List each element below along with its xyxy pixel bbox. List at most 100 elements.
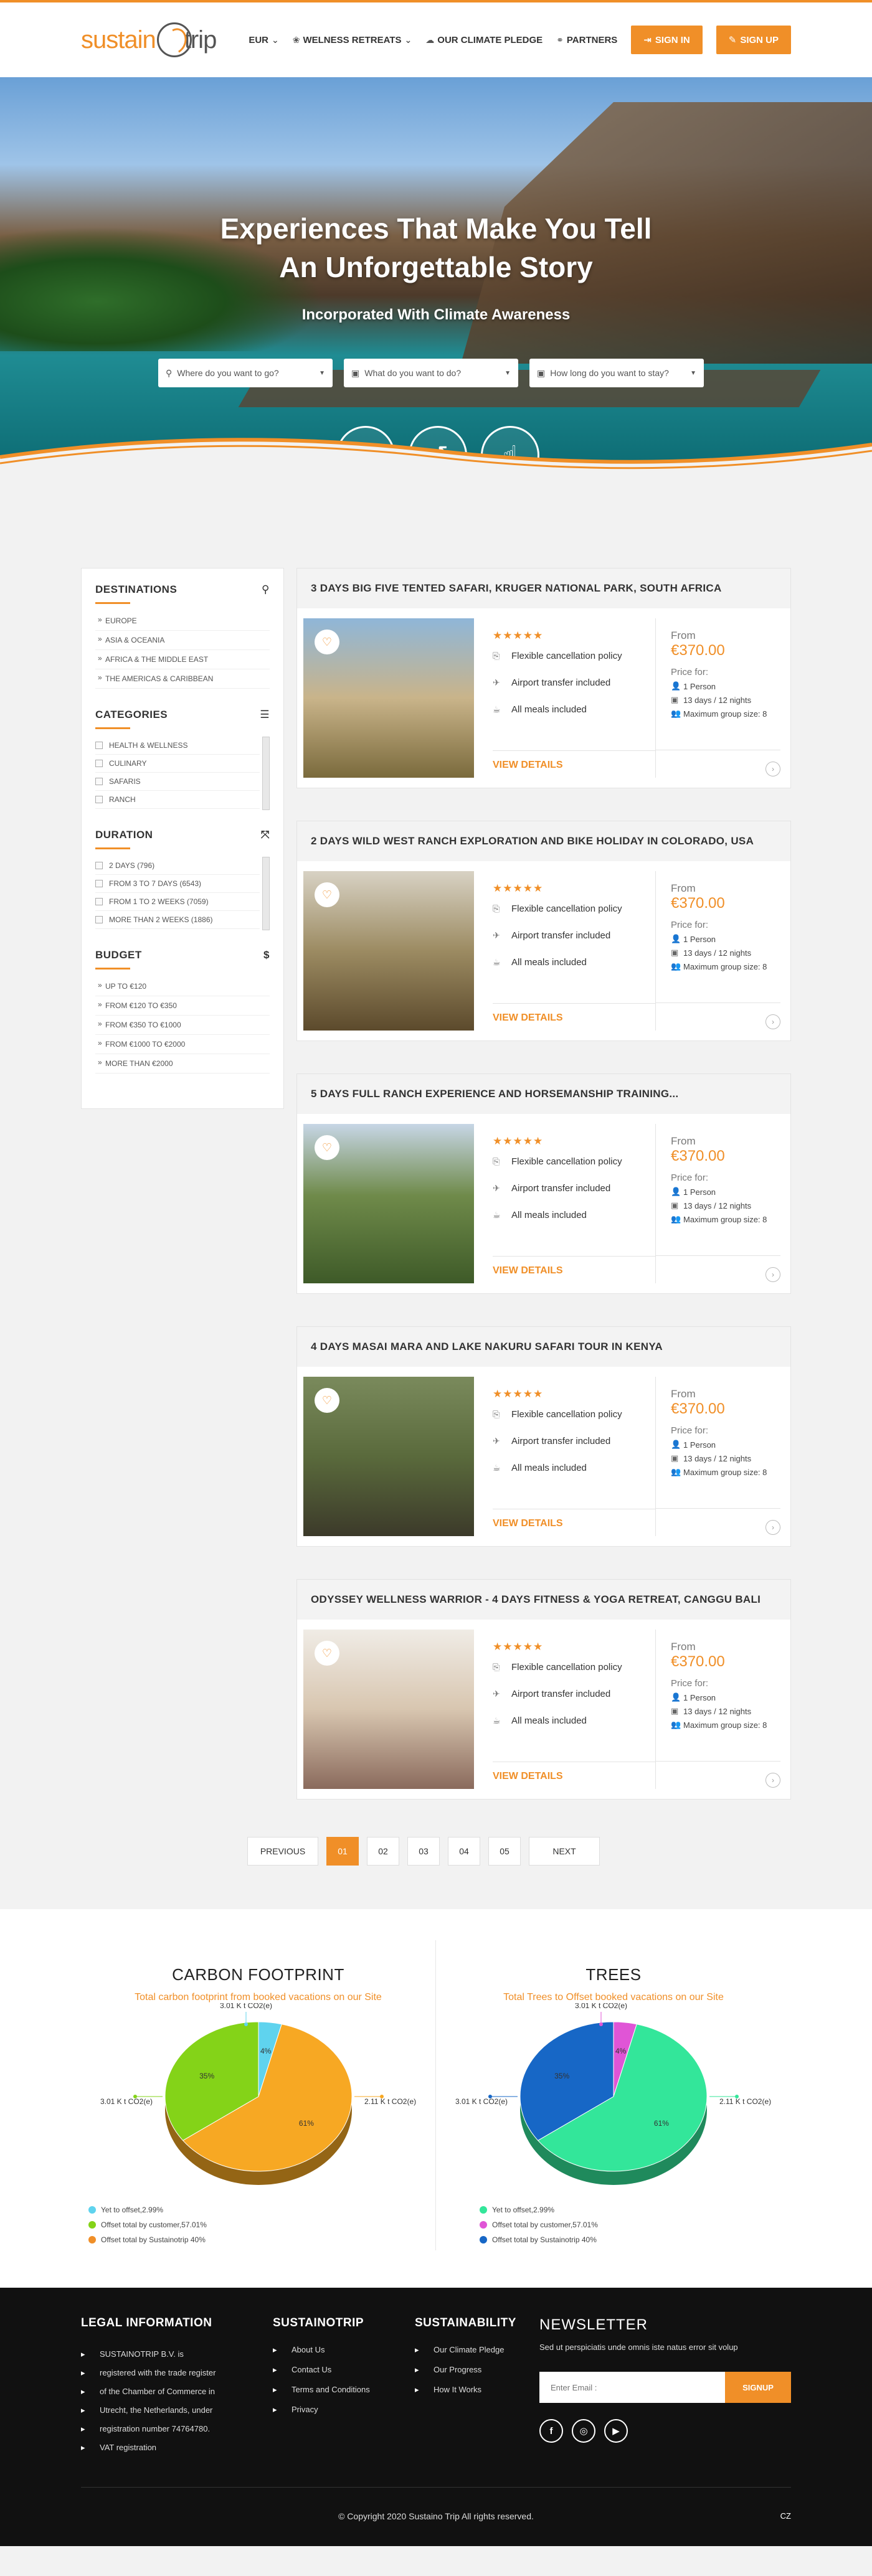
checkbox[interactable]	[95, 778, 103, 785]
listing-image[interactable]: ♡	[303, 618, 474, 778]
duration-scroll-list[interactable]: 2 DAYS (796) FROM 3 TO 7 DAYS (6543) FRO…	[95, 857, 270, 930]
checkbox[interactable]	[95, 796, 103, 803]
pagination-page-2[interactable]: 02	[367, 1837, 399, 1866]
sign-in-button[interactable]: ⇥ SIGN IN	[631, 26, 703, 54]
heart-icon[interactable]: ♡	[315, 630, 339, 654]
nav-currency[interactable]: EUR ⌄	[249, 35, 278, 45]
heart-icon[interactable]: ♡	[315, 882, 339, 907]
duration-item[interactable]: 2 DAYS (796)	[95, 857, 260, 875]
category-item[interactable]: HEALTH & WELLNESS	[95, 737, 260, 755]
pie-percent-label: 61%	[654, 2119, 669, 2128]
category-item[interactable]: RANCH	[95, 791, 260, 809]
logo[interactable]: sustain trip	[81, 22, 217, 57]
listing-title[interactable]: ODYSSEY WELLNESS WARRIOR - 4 DAYS FITNES…	[297, 1580, 790, 1620]
heart-icon[interactable]: ♡	[315, 1135, 339, 1160]
destination-item[interactable]: THE AMERICAS & CARIBBEAN	[95, 669, 270, 689]
legend-item[interactable]: Offset total by customer,57.01%	[88, 2220, 435, 2229]
footer-link-privacy[interactable]: Privacy	[273, 2405, 415, 2414]
view-details-link[interactable]: VIEW DETAILS	[493, 1762, 655, 1789]
pagination-previous[interactable]: PREVIOUS	[247, 1837, 318, 1866]
checkbox[interactable]	[95, 862, 103, 869]
legend-item[interactable]: Yet to offset,2.99%	[480, 2206, 791, 2214]
arrow-right-icon[interactable]: ›	[765, 1773, 780, 1788]
youtube-icon[interactable]: ▶	[604, 2419, 628, 2443]
arrow-right-icon[interactable]: ›	[765, 762, 780, 776]
main-content: DESTINATIONS ⚲ EUROPE ASIA & OCEANIA AFR…	[0, 474, 872, 1866]
calendar-icon: ▣	[671, 1706, 679, 1715]
nav-partners[interactable]: ⚭ PARTNERS	[556, 35, 617, 45]
listing-image[interactable]: ♡	[303, 1124, 474, 1283]
language-switch[interactable]: CZ	[780, 2511, 791, 2521]
view-details-link[interactable]: VIEW DETAILS	[493, 1003, 655, 1031]
pagination-page-3[interactable]: 03	[407, 1837, 440, 1866]
view-details-link[interactable]: VIEW DETAILS	[493, 1509, 655, 1536]
category-item[interactable]: SAFARIS	[95, 773, 260, 791]
newsletter-signup-button[interactable]: SIGNUP	[725, 2372, 791, 2403]
footer-link-contact[interactable]: Contact Us	[273, 2365, 415, 2374]
duration-item[interactable]: MORE THAN 2 WEEKS (1886)	[95, 911, 260, 929]
listing-title[interactable]: 5 DAYS FULL RANCH EXPERIENCE AND HORSEMA…	[297, 1074, 790, 1114]
budget-item[interactable]: FROM €120 TO €350	[95, 996, 270, 1016]
listing-title[interactable]: 4 DAYS MASAI MARA AND LAKE NAKURU SAFARI…	[297, 1327, 790, 1367]
heart-icon[interactable]: ♡	[315, 1388, 339, 1413]
sign-up-button[interactable]: ✎ SIGN UP	[716, 26, 791, 54]
nav-wellness-retreats[interactable]: ❀ WELNESS RETREATS ⌄	[293, 35, 412, 45]
arrow-right-icon[interactable]: ›	[765, 1267, 780, 1282]
footer-link-climate-pledge[interactable]: Our Climate Pledge	[415, 2345, 539, 2354]
pie-callout-label: 2.11 K t CO2(e)	[364, 2097, 416, 2106]
view-details-link[interactable]: VIEW DETAILS	[493, 750, 655, 778]
facebook-icon[interactable]: f	[539, 2419, 563, 2443]
footer-link-how-it-works[interactable]: How It Works	[415, 2385, 539, 2394]
checkbox[interactable]	[95, 760, 103, 767]
listing-image[interactable]: ♡	[303, 871, 474, 1031]
view-details-link[interactable]: VIEW DETAILS	[493, 1256, 655, 1283]
legend-item[interactable]: Offset total by Sustainotrip 40%	[480, 2235, 791, 2244]
pagination-next[interactable]: NEXT	[529, 1837, 600, 1866]
duration-item[interactable]: FROM 3 TO 7 DAYS (6543)	[95, 875, 260, 893]
listing-image[interactable]: ♡	[303, 1377, 474, 1536]
activity-select[interactable]: ▣ What do you want to do? ▼	[344, 359, 518, 387]
listing-card: 3 DAYS BIG FIVE TENTED SAFARI, KRUGER NA…	[296, 568, 791, 788]
price-people: 👤 1 Person	[671, 1440, 780, 1450]
footer-link-progress[interactable]: Our Progress	[415, 2365, 539, 2374]
destination-item[interactable]: ASIA & OCEANIA	[95, 631, 270, 650]
nav-climate-pledge[interactable]: ☁ OUR CLIMATE PLEDGE	[425, 35, 543, 45]
legend-item[interactable]: Offset total by Sustainotrip 40%	[88, 2235, 435, 2244]
feature-label: Airport transfer included	[511, 1689, 611, 1699]
heart-icon[interactable]: ♡	[315, 1641, 339, 1666]
newsletter-email-input[interactable]	[539, 2372, 725, 2403]
pagination-page-4[interactable]: 04	[448, 1837, 480, 1866]
category-item[interactable]: CULINARY	[95, 755, 260, 773]
checkbox[interactable]	[95, 880, 103, 887]
budget-item[interactable]: FROM €1000 TO €2000	[95, 1035, 270, 1054]
legend-item[interactable]: Yet to offset,2.99%	[88, 2206, 435, 2214]
budget-item[interactable]: FROM €350 TO €1000	[95, 1016, 270, 1035]
price-people: 👤 1 Person	[671, 1692, 780, 1702]
destination-select[interactable]: ⚲ Where do you want to go? ▼	[158, 359, 333, 387]
checkbox[interactable]	[95, 898, 103, 905]
checkbox[interactable]	[95, 742, 103, 749]
destination-item[interactable]: EUROPE	[95, 611, 270, 631]
duration-item[interactable]: FROM 1 TO 2 WEEKS (7059)	[95, 893, 260, 911]
budget-item[interactable]: MORE THAN €2000	[95, 1054, 270, 1073]
arrow-right-icon[interactable]: ›	[765, 1014, 780, 1029]
checkbox[interactable]	[95, 916, 103, 923]
hero-title: Experiences That Make You Tell An Unforg…	[0, 209, 872, 286]
listing-title[interactable]: 2 DAYS WILD WEST RANCH EXPLORATION AND B…	[297, 821, 790, 861]
nav-currency-label: EUR	[249, 34, 268, 45]
pagination-page-5[interactable]: 05	[488, 1837, 521, 1866]
pagination-page-1[interactable]: 01	[326, 1837, 359, 1866]
categories-scroll-list[interactable]: HEALTH & WELLNESS CULINARY SAFARIS RANCH	[95, 737, 270, 810]
price-from-label: From	[671, 1641, 696, 1653]
listing-title[interactable]: 3 DAYS BIG FIVE TENTED SAFARI, KRUGER NA…	[297, 569, 790, 608]
budget-item[interactable]: UP TO €120	[95, 977, 270, 996]
price-value: €370.00	[671, 895, 725, 912]
legend-item[interactable]: Offset total by customer,57.01%	[480, 2220, 791, 2229]
duration-select[interactable]: ▣ How long do you want to stay? ▼	[529, 359, 704, 387]
footer-link-about[interactable]: About Us	[273, 2345, 415, 2354]
destination-item[interactable]: AFRICA & THE MIDDLE EAST	[95, 650, 270, 669]
arrow-right-icon[interactable]: ›	[765, 1520, 780, 1535]
footer-link-terms[interactable]: Terms and Conditions	[273, 2385, 415, 2394]
listing-image[interactable]: ♡	[303, 1630, 474, 1789]
instagram-icon[interactable]: ◎	[572, 2419, 595, 2443]
